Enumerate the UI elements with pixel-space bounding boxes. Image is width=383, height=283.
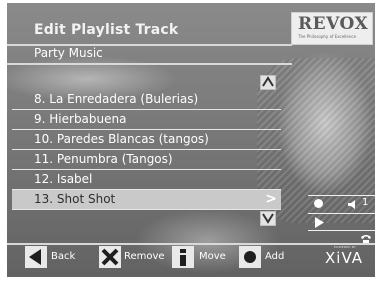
scroll-up-button[interactable]: [260, 75, 276, 90]
logo-tagline: The Philosophy of Excellence: [298, 34, 357, 39]
move-button[interactable]: Move: [172, 246, 232, 268]
subheader-divider: [7, 63, 292, 65]
track-label: 9. Hierbabuena: [34, 112, 127, 126]
list-item[interactable]: 11. Penumbra (Tangos): [12, 150, 281, 170]
channel-label: 1: [362, 197, 369, 208]
record-icon: [314, 199, 323, 208]
move-label: Move: [199, 251, 226, 262]
add-label: Add: [265, 251, 285, 262]
page-title: Edit Playlist Track: [34, 22, 179, 38]
track-label: 12. Isabel: [34, 172, 93, 186]
side-panel-play-row: [308, 213, 375, 231]
list-item[interactable]: 12. Isabel: [12, 170, 281, 190]
chevron-down-icon: [262, 213, 274, 224]
xiva-logo: XiVA: [325, 249, 364, 267]
playlist-screen: Edit Playlist Track REVOX The Philosophy…: [7, 3, 375, 277]
circle-icon: [239, 246, 261, 268]
playlist-name: Party Music: [34, 46, 103, 60]
list-item[interactable]: 10. Paredes Blancas (tangos): [12, 130, 281, 150]
softkey-divider: [7, 243, 375, 245]
track-label: 10. Paredes Blancas (tangos): [34, 132, 209, 146]
list-item[interactable]: 8. La Enredadera (Bulerias): [12, 90, 281, 110]
scroll-down-button[interactable]: [260, 211, 276, 226]
list-item-selected[interactable]: 13. Shot Shot >: [12, 190, 281, 210]
play-icon: [315, 217, 324, 228]
add-button[interactable]: Add: [239, 246, 289, 268]
back-button[interactable]: Back: [25, 246, 85, 268]
remove-button[interactable]: Remove: [99, 246, 171, 268]
left-arrow-icon: [25, 246, 47, 268]
chevron-up-icon: [262, 76, 274, 87]
chevron-right-icon: >: [265, 191, 277, 207]
track-label: 8. La Enredadera (Bulerias): [34, 92, 199, 106]
speaker-icon: [348, 200, 355, 209]
track-list: 8. La Enredadera (Bulerias) 9. Hierbabue…: [12, 90, 281, 210]
track-label: 13. Shot Shot: [34, 192, 116, 206]
back-label: Back: [51, 251, 76, 262]
list-item[interactable]: 9. Hierbabuena: [12, 110, 281, 130]
remove-x-icon: [99, 246, 121, 268]
remove-label: Remove: [124, 251, 165, 262]
logo-brand: REVOX: [298, 14, 369, 34]
side-panel-record-row: 1: [308, 195, 375, 213]
track-label: 11. Penumbra (Tangos): [34, 152, 173, 166]
revox-logo: REVOX The Philosophy of Excellence: [291, 12, 373, 45]
info-i-icon: [172, 246, 194, 268]
